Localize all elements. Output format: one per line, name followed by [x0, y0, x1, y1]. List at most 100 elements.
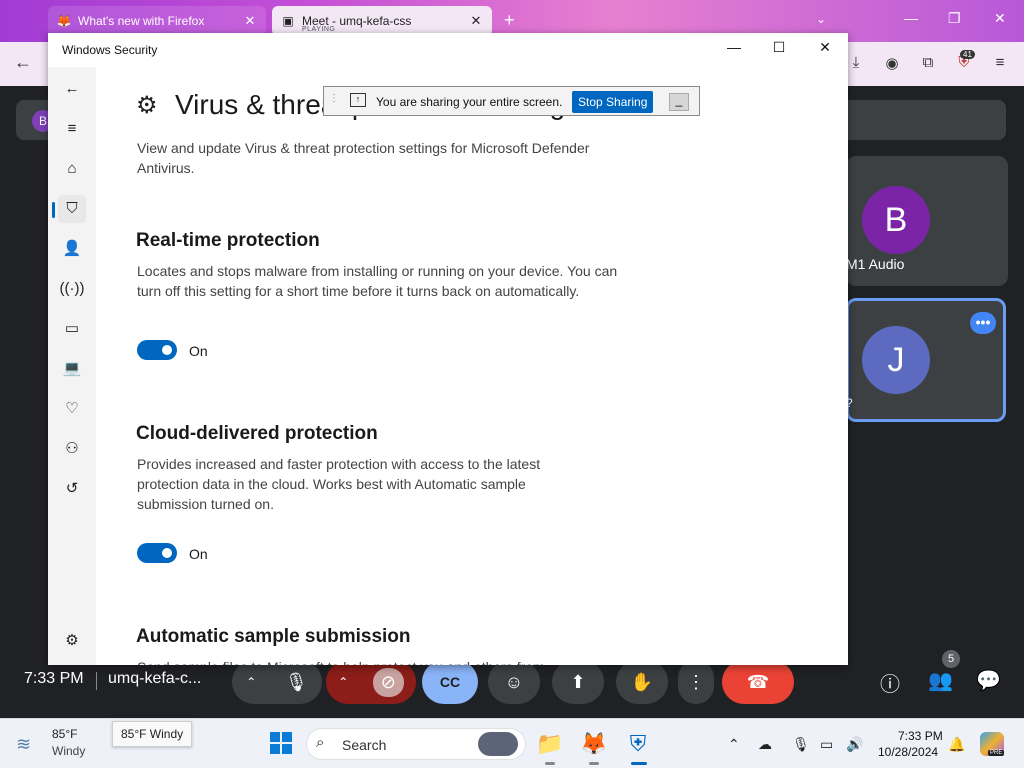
search-highlight-image[interactable]: [478, 732, 518, 756]
present-button[interactable]: ⬆: [552, 660, 604, 704]
firefox-icon[interactable]: 🦊: [580, 730, 608, 758]
network-icon[interactable]: ▭: [820, 736, 833, 753]
home-icon[interactable]: ⌂: [58, 155, 86, 183]
more-options-button[interactable]: ⋮: [678, 660, 714, 704]
camera-button[interactable]: ⌃ ⊘: [326, 660, 416, 704]
microphone-button[interactable]: ⌃ 🎙: [232, 660, 322, 704]
maximize-icon[interactable]: ☐: [769, 39, 789, 56]
meeting-info-icon[interactable]: ⓘ: [880, 668, 900, 697]
weather-condition[interactable]: Windy: [52, 744, 85, 758]
chevron-up-icon[interactable]: ⌃: [246, 675, 256, 689]
stop-sharing-button[interactable]: Stop Sharing: [572, 91, 654, 113]
section-heading: Real-time protection: [136, 230, 320, 251]
minimize-icon[interactable]: —: [724, 39, 744, 55]
browser-close-icon[interactable]: ✕: [994, 10, 1006, 27]
sharing-message: You are sharing your entire screen.: [376, 95, 563, 109]
preview-badge: PRE: [988, 750, 1005, 756]
closed-captions-icon: CC: [439, 674, 461, 690]
back-arrow-icon[interactable]: ←: [14, 52, 32, 73]
section-heading: Cloud-delivered protection: [136, 423, 378, 444]
toggle-state-label: On: [189, 546, 208, 562]
meeting-code: umq-kefa-c...: [108, 670, 202, 687]
search-placeholder[interactable]: Search: [342, 737, 386, 753]
participant-name: M1 Audio: [846, 256, 905, 272]
windows-security-window: Windows Security — ☐ ✕ ← ≡ ⌂ ⛉ 👤 ((·)) ▭…: [48, 33, 848, 665]
weather-tooltip: 85°F Windy: [112, 721, 193, 747]
show-hidden-icons-chevron-icon[interactable]: ⌃: [728, 736, 740, 753]
gears-icon: ⚙: [136, 92, 158, 119]
end-call-icon: ☎: [746, 671, 770, 692]
section-heading: Automatic sample submission: [136, 626, 411, 647]
drag-handle-icon[interactable]: ⋮: [329, 93, 339, 104]
volume-icon[interactable]: 🔊: [846, 736, 863, 753]
meet-icon: ▣: [282, 14, 294, 28]
app-running-indicator: [589, 762, 599, 765]
browser-minimize-icon[interactable]: —: [904, 10, 918, 26]
reactions-button[interactable]: ☺: [488, 660, 540, 704]
device-security-icon[interactable]: 💻: [58, 355, 86, 383]
protection-history-icon[interactable]: ↺: [58, 475, 86, 503]
tab-meet[interactable]: ▣ Meet - umq-kefa-css PLAYING ✕: [272, 6, 492, 36]
tab-list-chevron-icon[interactable]: ⌄: [816, 12, 826, 26]
app-browser-control-icon[interactable]: ▭: [58, 315, 86, 343]
people-icon[interactable]: 👥: [928, 668, 953, 693]
leave-call-button[interactable]: ☎: [722, 660, 794, 704]
section-description: Locates and stops malware from installin…: [137, 263, 618, 299]
meeting-time: 7:33 PM: [24, 670, 84, 687]
share-screen-icon: ↑: [350, 93, 366, 107]
notifications-bell-icon[interactable]: 🔔: [948, 736, 965, 753]
app-running-indicator: [545, 762, 555, 765]
present-screen-icon: ⬆: [570, 671, 586, 692]
close-tab-icon[interactable]: ✕: [242, 13, 258, 29]
menu-icon[interactable]: ≡: [990, 54, 1010, 74]
shield-icon[interactable]: ⛉: [58, 195, 86, 223]
more-options-icon[interactable]: •••: [970, 312, 996, 334]
account-protection-icon[interactable]: 👤: [58, 235, 86, 263]
clock-date[interactable]: 10/28/2024: [878, 745, 938, 759]
close-tab-icon[interactable]: ✕: [468, 13, 484, 29]
cloud-protection-toggle[interactable]: [137, 543, 177, 563]
extensions-icon[interactable]: ⧉: [918, 54, 938, 74]
page-description: View and update Virus & threat protectio…: [137, 140, 590, 176]
hide-sharing-bar-button[interactable]: _: [669, 93, 689, 111]
firefox-icon: 🦊: [56, 14, 72, 28]
windows-start-icon[interactable]: [270, 732, 292, 754]
new-tab-icon[interactable]: +: [504, 10, 515, 31]
raise-hand-button[interactable]: ✋: [616, 660, 668, 704]
participant-avatar: B: [862, 186, 930, 254]
back-arrow-icon[interactable]: ←: [58, 75, 86, 103]
chevron-up-icon[interactable]: ⌃: [338, 675, 348, 689]
screen-sharing-bar: ⋮ ↑ You are sharing your entire screen. …: [323, 86, 700, 116]
account-icon[interactable]: ◉: [882, 54, 902, 74]
toggle-state-label: On: [189, 343, 208, 359]
hamburger-menu-icon[interactable]: ≡: [58, 115, 86, 143]
emoji-icon: ☺: [504, 671, 524, 692]
section-description: Provides increased and faster protection…: [137, 456, 541, 512]
weather-temperature[interactable]: 85°F: [52, 727, 77, 741]
downloads-icon[interactable]: ⤓: [846, 54, 866, 74]
divider: [96, 672, 97, 690]
captions-button[interactable]: CC: [422, 660, 478, 704]
cloud-offline-icon[interactable]: ☁: [758, 736, 772, 753]
tab-title: What's new with Firefox: [78, 14, 205, 28]
clock-time[interactable]: 7:33 PM: [898, 729, 943, 743]
participant-avatar: J: [862, 326, 930, 394]
file-explorer-icon[interactable]: 📁: [536, 730, 564, 758]
browser-restore-icon[interactable]: ❐: [948, 10, 961, 27]
chat-icon[interactable]: 💬: [976, 668, 1001, 693]
family-options-icon[interactable]: ⚇: [58, 435, 86, 463]
close-icon[interactable]: ✕: [815, 39, 835, 56]
tab-playing-label: PLAYING: [302, 26, 336, 33]
firewall-network-icon[interactable]: ((·)): [58, 275, 86, 303]
wind-icon[interactable]: ≋: [16, 734, 31, 755]
vertical-dots-icon: ⋮: [687, 671, 705, 692]
participants-count-badge: 5: [942, 650, 960, 668]
search-icon: ⌕: [316, 734, 325, 751]
device-health-icon[interactable]: ♡: [58, 395, 86, 423]
microphone-icon: 🎙: [284, 671, 308, 692]
windows-security-icon[interactable]: ⛨: [624, 730, 652, 758]
tab-whats-new-firefox[interactable]: 🦊 What's new with Firefox ✕: [48, 6, 266, 36]
realtime-protection-toggle[interactable]: [137, 340, 177, 360]
microphone-in-use-icon[interactable]: 🎙: [792, 736, 810, 753]
settings-gear-icon[interactable]: ⚙: [58, 627, 86, 655]
